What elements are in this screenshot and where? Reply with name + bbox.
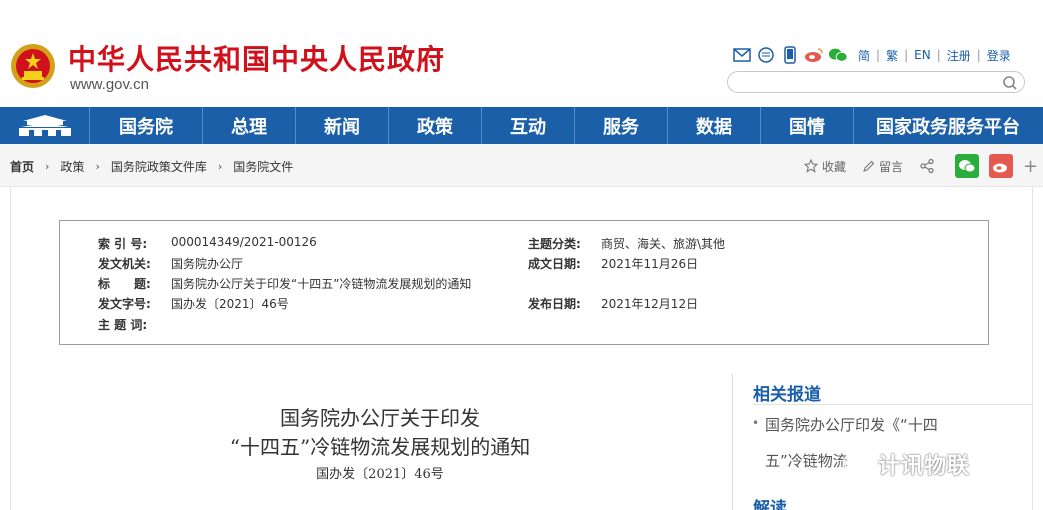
share-toolbar: 收藏 留言 + bbox=[804, 154, 1038, 178]
nav-services[interactable]: 服务 bbox=[575, 107, 668, 144]
chevron-right-icon: › bbox=[45, 160, 50, 173]
tiananmen-logo-icon[interactable] bbox=[0, 107, 90, 144]
weibo-icon[interactable] bbox=[804, 45, 824, 65]
site-header: 中华人民共和国中央人民政府 www.gov.cn 简 | 繁 | EN | 注册… bbox=[0, 0, 1043, 107]
favorite-label: 收藏 bbox=[822, 159, 847, 174]
nav-premier[interactable]: 总理 bbox=[203, 107, 296, 144]
national-emblem-icon bbox=[11, 44, 55, 88]
breadcrumb-policies[interactable]: 政策 bbox=[60, 158, 84, 175]
info-row-index: 索 引 号: 000014349/2021-00126 bbox=[98, 235, 317, 252]
article-title-line1: 国务院办公厅关于印发 bbox=[280, 406, 480, 430]
topic-category: 商贸、海关、旅游\其他 bbox=[601, 237, 726, 251]
share-weibo-button[interactable] bbox=[989, 154, 1014, 178]
document-title: 国务院办公厅关于印发“十四五”冷链物流发展规划的通知 bbox=[171, 277, 472, 291]
watermark-text: 计讯物联 bbox=[878, 454, 971, 479]
divider: | bbox=[936, 48, 941, 62]
info-row-written: 成文日期: 2021年11月26日 bbox=[528, 255, 698, 272]
index-number: 000014349/2021-00126 bbox=[171, 235, 317, 249]
related-report-link-cont[interactable]: 五”冷链物流 bbox=[765, 442, 848, 480]
search-icon[interactable] bbox=[1002, 75, 1018, 91]
share-icon bbox=[920, 158, 934, 174]
info-row-category: 主题分类: 商贸、海关、旅游\其他 bbox=[528, 235, 725, 252]
info-row-published: 发布日期: 2021年12月12日 bbox=[528, 295, 698, 312]
article-doc-number: 国办发〔2021〕46号 bbox=[316, 467, 444, 482]
register-link[interactable]: 注册 bbox=[947, 47, 971, 64]
info-label: 发文机关: bbox=[98, 257, 151, 271]
written-date: 2021年11月26日 bbox=[601, 257, 699, 271]
share-wechat-button[interactable] bbox=[955, 154, 980, 178]
publish-date: 2021年12月12日 bbox=[601, 297, 699, 311]
pen-icon bbox=[863, 160, 875, 172]
bullet-icon: • bbox=[752, 416, 760, 430]
wechat-watermark-icon bbox=[843, 453, 869, 475]
lang-english-link[interactable]: EN bbox=[914, 48, 931, 62]
info-label: 成文日期: bbox=[528, 257, 581, 271]
divider bbox=[732, 374, 733, 510]
related-reports-heading: 相关报道 bbox=[753, 385, 821, 405]
comment-button[interactable]: 留言 bbox=[862, 158, 903, 175]
mobile-icon[interactable] bbox=[780, 45, 800, 65]
nav-policies[interactable]: 政策 bbox=[389, 107, 482, 144]
issuing-agency: 国务院办公厅 bbox=[171, 257, 244, 271]
nav-national-info[interactable]: 国情 bbox=[761, 107, 854, 144]
language-links: 简 | 繁 | EN | 注册 | 登录 bbox=[858, 47, 1011, 64]
divider: | bbox=[876, 48, 881, 62]
interpretation-heading: 解读 bbox=[753, 499, 787, 510]
mail-icon[interactable] bbox=[732, 45, 752, 65]
info-label: 主 题 词: bbox=[98, 318, 148, 332]
breadcrumb-council-documents[interactable]: 国务院文件 bbox=[233, 158, 293, 175]
search-box bbox=[727, 71, 1025, 93]
share-button[interactable] bbox=[919, 158, 939, 174]
header-tools: 简 | 繁 | EN | 注册 | 登录 bbox=[732, 45, 1011, 65]
site-title[interactable]: 中华人民共和国中央人民政府 bbox=[68, 38, 445, 78]
article-title-line2: “十四五”冷链物流发展规划的通知 bbox=[229, 435, 531, 459]
watermark: 计讯物联 bbox=[842, 448, 970, 480]
nav-news[interactable]: 新闻 bbox=[296, 107, 389, 144]
nav-state-council[interactable]: 国务院 bbox=[90, 107, 203, 144]
info-row-title: 标 题: 国务院办公厅关于印发“十四五”冷链物流发展规划的通知 bbox=[98, 275, 471, 292]
nav-interaction[interactable]: 互动 bbox=[482, 107, 575, 144]
search-input[interactable] bbox=[738, 74, 988, 90]
breadcrumb-bar: 首页 › 政策 › 国务院政策文件库 › 国务院文件 收藏 留言 + bbox=[0, 144, 1043, 187]
comment-label: 留言 bbox=[879, 159, 904, 174]
main-nav: 国务院 总理 新闻 政策 互动 服务 数据 国情 国家政务服务平台 bbox=[0, 107, 1043, 144]
divider: | bbox=[904, 48, 909, 62]
document-number: 国办发〔2021〕46号 bbox=[171, 297, 289, 311]
chevron-right-icon: › bbox=[95, 160, 100, 173]
wechat-icon bbox=[959, 160, 976, 173]
favorite-button[interactable]: 收藏 bbox=[804, 158, 846, 175]
info-row-keywords: 主 题 词: bbox=[98, 316, 171, 333]
more-share-button[interactable]: + bbox=[1023, 156, 1038, 177]
message-icon[interactable] bbox=[756, 45, 776, 65]
document-info-table: 索 引 号: 000014349/2021-00126 发文机关: 国务院办公厅… bbox=[59, 220, 989, 345]
info-row-issuer: 发文机关: 国务院办公厅 bbox=[98, 255, 243, 272]
breadcrumb-policy-library[interactable]: 国务院政策文件库 bbox=[111, 158, 207, 175]
nav-gov-service-platform[interactable]: 国家政务服务平台 bbox=[854, 107, 1042, 144]
breadcrumb: 首页 › 政策 › 国务院政策文件库 › 国务院文件 bbox=[10, 158, 293, 175]
info-label: 主题分类: bbox=[528, 237, 581, 251]
info-row-docno: 发文字号: 国办发〔2021〕46号 bbox=[98, 295, 289, 312]
info-label: 发布日期: bbox=[528, 297, 581, 311]
info-label: 标 题: bbox=[98, 277, 151, 291]
chevron-right-icon: › bbox=[217, 160, 223, 173]
login-link[interactable]: 登录 bbox=[987, 47, 1011, 64]
info-label: 发文字号: bbox=[98, 297, 151, 311]
wechat-icon[interactable] bbox=[828, 45, 848, 65]
site-url[interactable]: www.gov.cn bbox=[70, 76, 149, 93]
breadcrumb-home[interactable]: 首页 bbox=[10, 158, 34, 175]
weibo-icon bbox=[993, 163, 1008, 173]
related-report-link[interactable]: 国务院办公厅印发《“十四 bbox=[765, 406, 938, 444]
lang-simplified-link[interactable]: 简 bbox=[858, 47, 870, 64]
divider: | bbox=[976, 48, 981, 62]
info-label: 索 引 号: bbox=[98, 237, 148, 251]
divider bbox=[753, 404, 1033, 405]
nav-data[interactable]: 数据 bbox=[668, 107, 761, 144]
lang-traditional-link[interactable]: 繁 bbox=[886, 47, 898, 64]
star-icon bbox=[804, 159, 818, 173]
